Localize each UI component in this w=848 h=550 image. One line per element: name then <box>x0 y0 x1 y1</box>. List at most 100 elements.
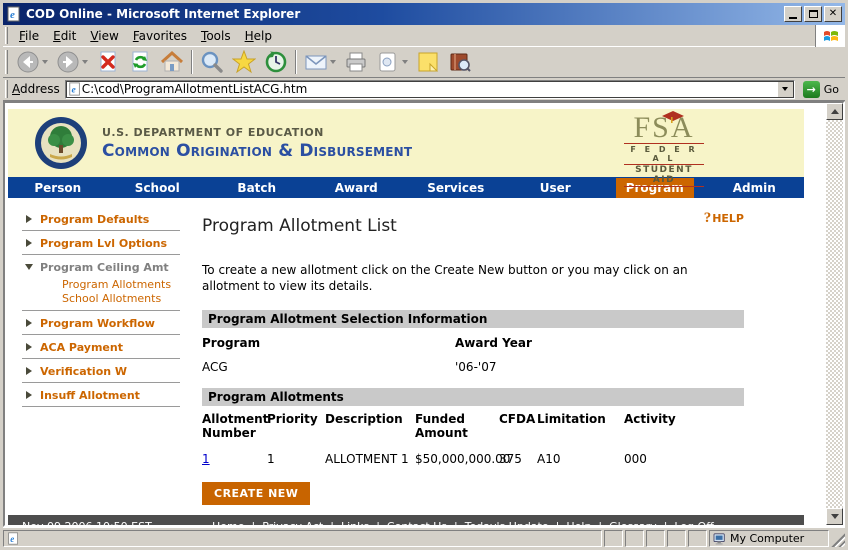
collapsed-arrow-icon <box>26 319 32 327</box>
back-button[interactable] <box>12 48 52 76</box>
footer-link-links[interactable]: Links <box>341 520 369 525</box>
nav-award[interactable]: Award <box>307 181 407 195</box>
footer-timestamp: Nov 09 2006 10:50 EST <box>8 520 152 525</box>
nav-admin[interactable]: Admin <box>705 181 805 195</box>
allotment-number-link[interactable]: 1 <box>202 452 210 466</box>
home-icon <box>160 50 184 74</box>
menu-help[interactable]: Help <box>238 27 279 45</box>
footer-link-home[interactable]: Home <box>212 520 244 525</box>
collapsed-arrow-icon <box>26 239 32 247</box>
sidebar-subitem-school-allotments[interactable]: School Allotments <box>62 292 202 306</box>
sidebar-item-program-workflow[interactable]: Program Workflow <box>22 314 202 334</box>
status-bar: e My Computer <box>3 527 845 547</box>
scroll-up-button[interactable] <box>826 103 843 120</box>
addressbar-grip[interactable] <box>5 80 8 98</box>
maximize-button[interactable] <box>804 6 822 22</box>
search-button[interactable] <box>196 48 228 76</box>
scroll-down-button[interactable] <box>826 508 843 525</box>
sidebar-divider <box>22 358 180 359</box>
scrollbar-track[interactable] <box>826 120 843 508</box>
edit-dropdown-icon[interactable] <box>402 60 408 64</box>
history-button[interactable] <box>260 48 292 76</box>
table-header-row: Allotment Number Priority Description Fu… <box>202 412 702 440</box>
address-input[interactable] <box>82 81 777 97</box>
footer-link-log-off[interactable]: Log Off <box>674 520 713 525</box>
nav-school[interactable]: School <box>108 181 208 195</box>
edit-page-icon <box>376 50 400 74</box>
menu-favorites[interactable]: Favorites <box>126 27 194 45</box>
notes-button[interactable] <box>412 48 444 76</box>
nav-services[interactable]: Services <box>406 181 506 195</box>
nav-person[interactable]: Person <box>8 181 108 195</box>
nav-user[interactable]: User <box>506 181 606 195</box>
sidebar-sublist: Program Allotments School Allotments <box>22 278 202 306</box>
go-button[interactable]: → Go <box>799 80 843 99</box>
stop-button[interactable] <box>92 48 124 76</box>
limitation-value: A10 <box>537 440 624 466</box>
page-title: Program Allotment List <box>202 216 744 236</box>
footer-link-glossary[interactable]: Glossary <box>609 520 657 525</box>
col-limitation: Limitation <box>537 412 624 440</box>
windows-flag-icon <box>822 27 840 45</box>
resize-grip[interactable] <box>831 530 845 547</box>
selection-info-header: Program Allotment Selection Information <box>202 310 744 328</box>
status-ie-icon: e <box>7 532 20 545</box>
sidebar-item-insuff-allotment[interactable]: Insuff Allotment <box>22 386 202 406</box>
scroll-down-icon <box>831 514 839 519</box>
toolbar-separator <box>295 50 297 74</box>
footer-link-todays-update[interactable]: Today's Update <box>465 520 549 525</box>
menubar-grip[interactable] <box>5 27 8 44</box>
forward-dropdown-icon[interactable] <box>82 60 88 64</box>
research-button[interactable] <box>444 48 476 76</box>
page-description: To create a new allotment click on the C… <box>202 262 742 294</box>
sidebar-subitem-program-allotments[interactable]: Program Allotments <box>62 278 202 292</box>
footer-link-help[interactable]: Help <box>566 520 591 525</box>
menu-file[interactable]: File <box>12 27 46 45</box>
sidebar-item-verification-w[interactable]: Verification W <box>22 362 202 382</box>
footer-link-privacy-act[interactable]: Privacy Act <box>262 520 323 525</box>
address-bar: Address e → Go <box>3 78 845 101</box>
minimize-button[interactable] <box>784 6 802 22</box>
edit-button[interactable] <box>372 48 412 76</box>
print-button[interactable] <box>340 48 372 76</box>
sidebar-item-program-defaults[interactable]: Program Defaults <box>22 210 202 230</box>
create-new-button[interactable]: CREATE NEW <box>202 482 310 505</box>
refresh-button[interactable] <box>124 48 156 76</box>
mail-button[interactable] <box>300 48 340 76</box>
favorites-button[interactable] <box>228 48 260 76</box>
mail-dropdown-icon[interactable] <box>330 60 336 64</box>
sidebar-item-aca-payment[interactable]: ACA Payment <box>22 338 202 358</box>
dept-of-education-seal <box>34 116 88 170</box>
sidebar-item-program-ceiling-amt[interactable]: Program Ceiling Amt <box>22 258 202 278</box>
my-computer-icon <box>713 533 727 545</box>
description-value: ALLOTMENT 1 <box>325 440 415 466</box>
cfda-value: 375 <box>499 440 537 466</box>
menu-tools[interactable]: Tools <box>194 27 238 45</box>
address-dropdown-button[interactable] <box>777 81 794 98</box>
refresh-icon <box>128 50 152 74</box>
forward-icon <box>56 50 80 74</box>
sidebar-item-program-lvl-options[interactable]: Program Lvl Options <box>22 234 202 254</box>
address-label: Address <box>12 82 60 96</box>
main-content: ? HELP Program Allotment List To create … <box>202 198 744 505</box>
status-pane <box>667 530 686 547</box>
security-zone-pane: My Computer <box>709 530 829 547</box>
browser-window: e COD Online - Microsoft Internet Explor… <box>0 0 848 550</box>
fsa-student-aid-text: STUDENT AID <box>624 165 704 187</box>
home-button[interactable] <box>156 48 188 76</box>
go-arrow-icon: → <box>803 81 820 98</box>
toolbar-grip[interactable] <box>5 50 8 74</box>
col-funded-amount: Funded Amount <box>415 412 499 440</box>
close-button[interactable]: ✕ <box>824 6 842 22</box>
forward-button[interactable] <box>52 48 92 76</box>
title-bar[interactable]: e COD Online - Microsoft Internet Explor… <box>3 3 845 25</box>
col-cfda: CFDA <box>499 412 537 440</box>
menu-view[interactable]: View <box>83 27 125 45</box>
help-link[interactable]: ? HELP <box>704 210 744 227</box>
back-dropdown-icon[interactable] <box>42 60 48 64</box>
footer-link-contact-us[interactable]: Contact Us <box>387 520 447 525</box>
status-pane <box>646 530 665 547</box>
nav-batch[interactable]: Batch <box>207 181 307 195</box>
vertical-scrollbar[interactable] <box>826 103 843 525</box>
menu-edit[interactable]: Edit <box>46 27 83 45</box>
